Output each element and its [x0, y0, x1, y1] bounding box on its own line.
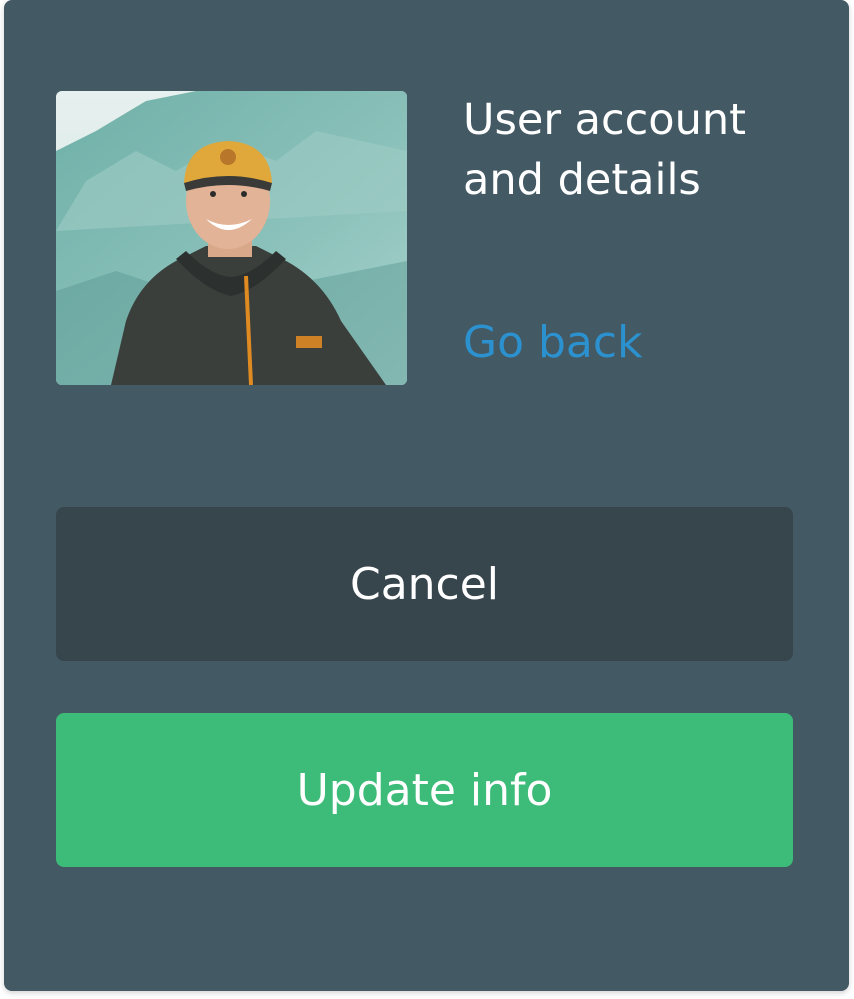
user-photo	[56, 91, 407, 385]
page-title: User account and details	[463, 95, 746, 205]
cancel-button[interactable]: Cancel	[56, 507, 793, 661]
account-card: User account and details Go back Cancel …	[4, 0, 849, 991]
go-back-link[interactable]: Go back	[463, 313, 643, 373]
update-info-button[interactable]: Update info	[56, 713, 793, 867]
user-photo-icon	[56, 91, 407, 385]
